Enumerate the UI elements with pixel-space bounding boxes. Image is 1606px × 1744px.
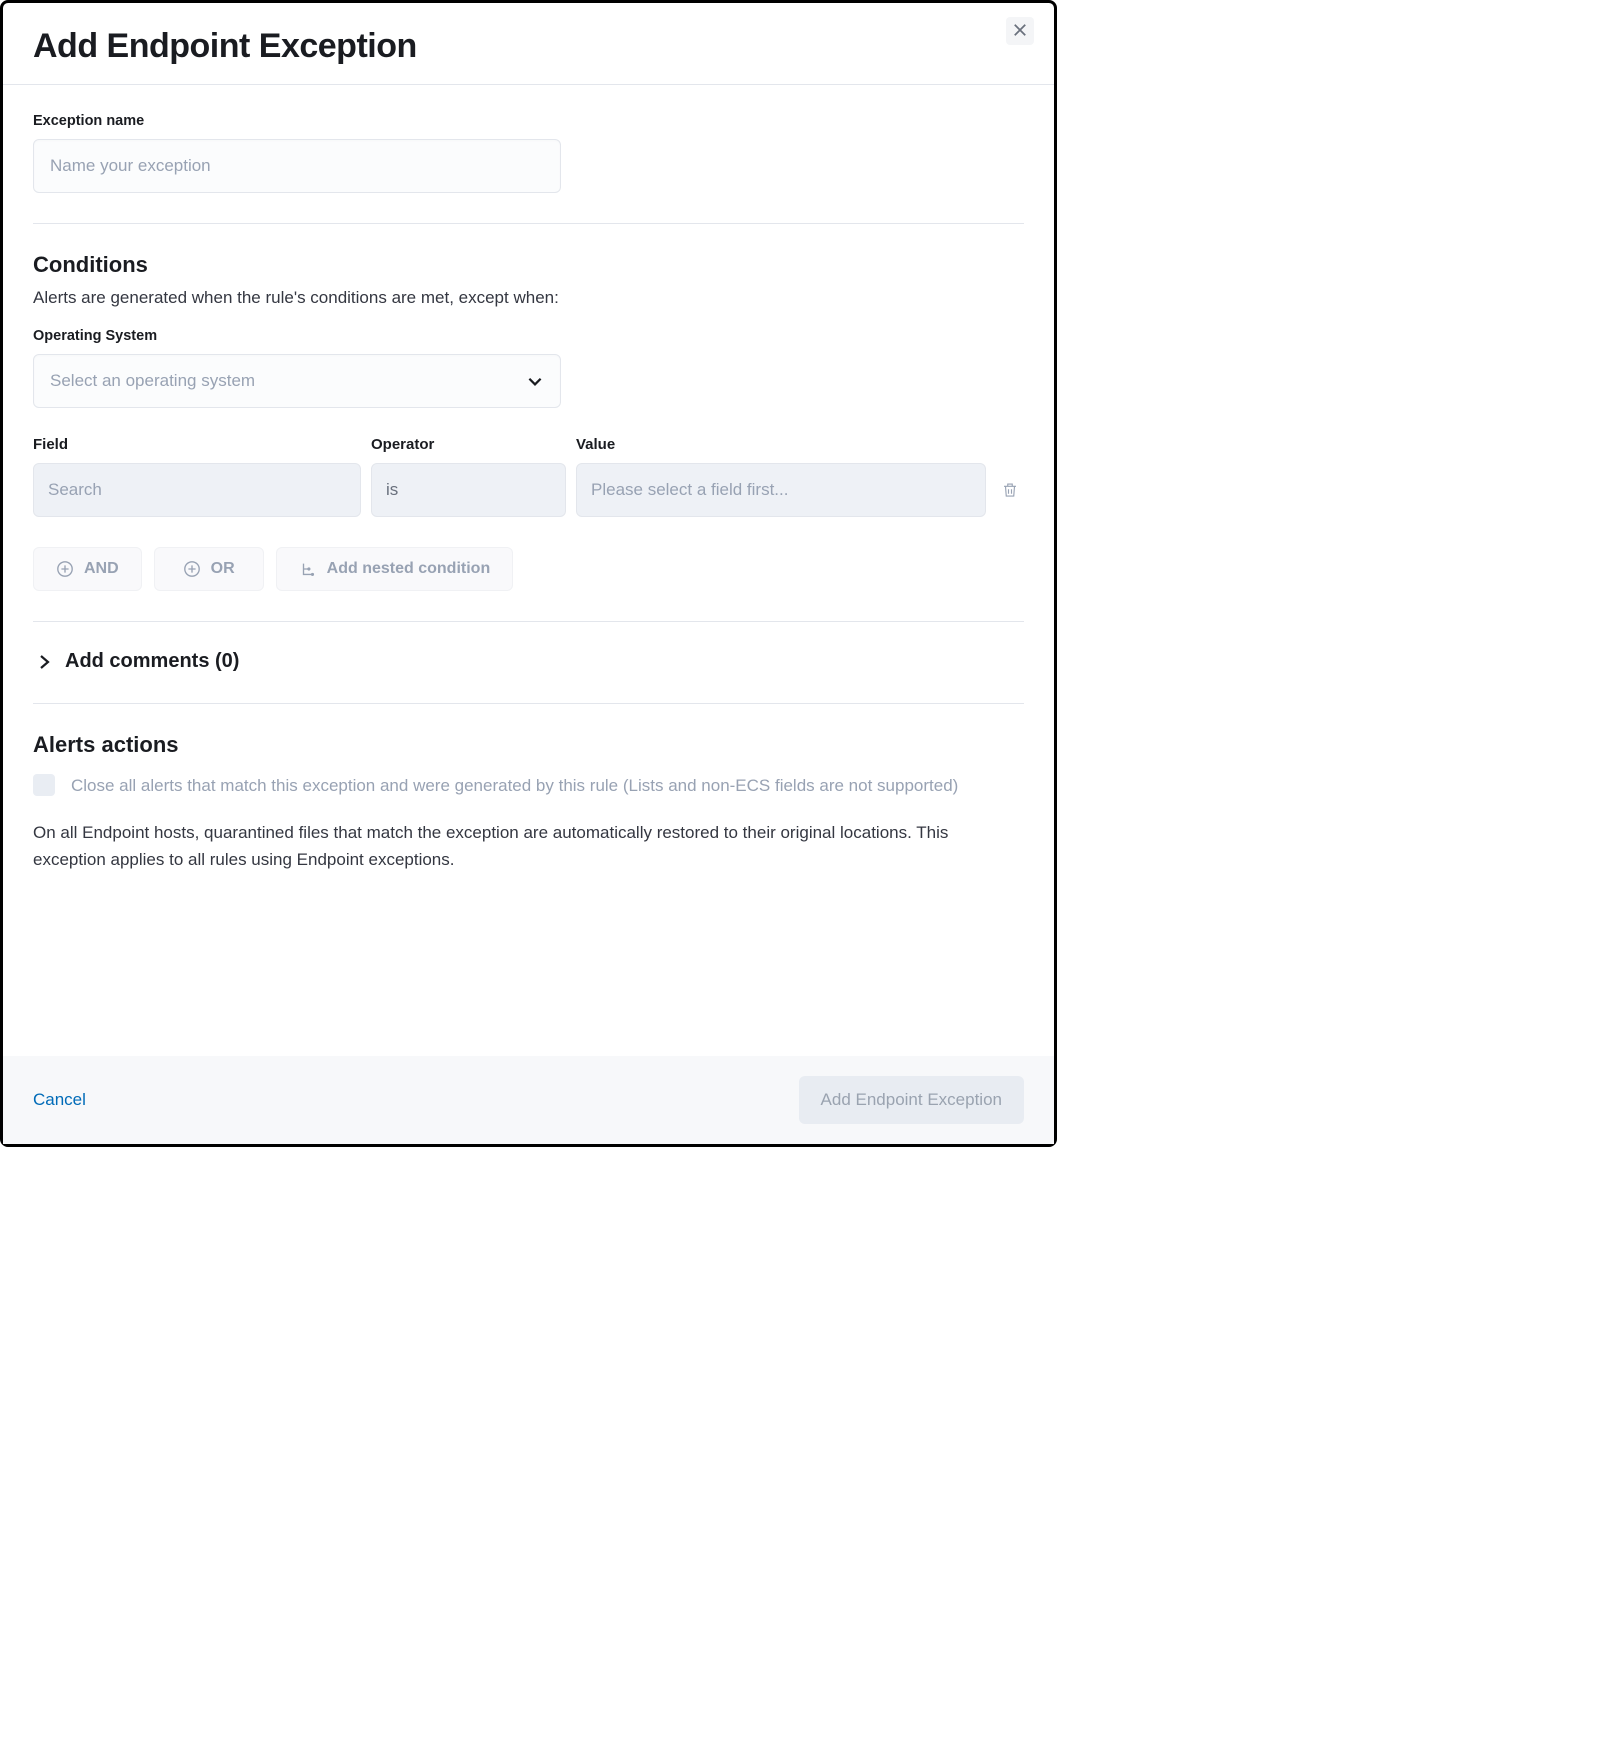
trash-icon: [1001, 481, 1019, 502]
exception-name-label: Exception name: [33, 113, 1024, 129]
flyout-title: Add Endpoint Exception: [33, 27, 417, 66]
condition-row: Field Search Operator is Value Please se…: [33, 436, 1024, 517]
or-button[interactable]: OR: [154, 547, 264, 591]
conditions-description: Alerts are generated when the rule's con…: [33, 288, 1024, 308]
os-select-placeholder: Select an operating system: [50, 371, 255, 391]
conditions-title: Conditions: [33, 252, 1024, 278]
comments-accordion[interactable]: Add comments (0): [39, 650, 1024, 673]
divider: [33, 223, 1024, 224]
os-label: Operating System: [33, 328, 1024, 344]
flyout-footer: Cancel Add Endpoint Exception: [3, 1056, 1054, 1144]
close-button[interactable]: [1006, 17, 1034, 45]
flyout-body: Exception name Conditions Alerts are gen…: [3, 85, 1054, 1056]
value-column-label: Value: [576, 436, 986, 453]
chevron-right-icon: [39, 652, 51, 672]
plus-circle-icon: [183, 560, 201, 578]
add-nested-button[interactable]: Add nested condition: [276, 547, 514, 591]
close-alerts-row: Close all alerts that match this excepti…: [33, 772, 1024, 799]
close-icon: [1013, 23, 1027, 40]
field-column-label: Field: [33, 436, 361, 453]
comments-title: Add comments (0): [65, 650, 239, 673]
plus-circle-icon: [56, 560, 74, 578]
flyout-header: Add Endpoint Exception: [3, 3, 1054, 85]
and-button[interactable]: AND: [33, 547, 142, 591]
operator-column-label: Operator: [371, 436, 566, 453]
value-select[interactable]: Please select a field first...: [576, 463, 986, 517]
os-select[interactable]: Select an operating system: [33, 354, 561, 408]
exception-name-input[interactable]: [33, 139, 561, 193]
nested-label: Add nested condition: [327, 560, 491, 578]
field-select[interactable]: Search: [33, 463, 361, 517]
field-placeholder: Search: [48, 480, 102, 500]
divider: [33, 703, 1024, 704]
logic-buttons-row: AND OR Add nested condition: [33, 547, 1024, 591]
nested-icon: [299, 560, 317, 578]
value-placeholder: Please select a field first...: [591, 480, 788, 500]
divider: [33, 621, 1024, 622]
chevron-down-icon: [526, 372, 544, 390]
and-label: AND: [84, 560, 119, 578]
alerts-actions-title: Alerts actions: [33, 732, 1024, 758]
submit-button[interactable]: Add Endpoint Exception: [799, 1076, 1024, 1124]
delete-condition-button[interactable]: [996, 465, 1024, 517]
operator-select[interactable]: is: [371, 463, 566, 517]
close-alerts-label: Close all alerts that match this excepti…: [71, 772, 958, 799]
operator-value: is: [386, 480, 398, 500]
close-alerts-checkbox[interactable]: [33, 774, 55, 796]
or-label: OR: [211, 560, 235, 578]
cancel-button[interactable]: Cancel: [33, 1090, 86, 1110]
alerts-actions-info: On all Endpoint hosts, quarantined files…: [33, 819, 1024, 873]
